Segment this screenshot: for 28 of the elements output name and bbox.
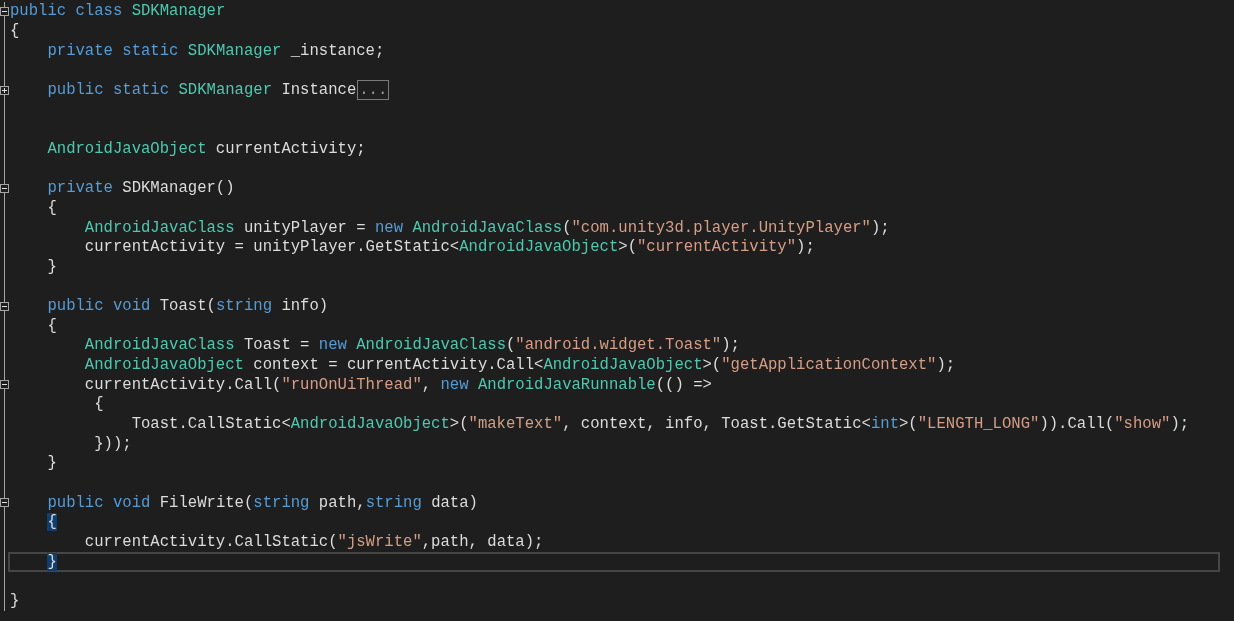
code-line: currentActivity.CallStatic("jsWrite",path, data);	[83, 533, 544, 553]
code-line: }	[46, 257, 57, 277]
code-line: public void FileWrite(string path,string data)	[46, 493, 478, 513]
code-line: AndroidJavaClass Toast = new AndroidJavaClass("android.widget.Toast");	[83, 336, 740, 356]
code-line: }	[46, 454, 57, 474]
collapse-icon[interactable]	[0, 301, 9, 311]
code-line: AndroidJavaClass unityPlayer = new AndroidJavaClass("com.unity3d.player.UnityPlayer");	[83, 218, 890, 238]
expand-icon[interactable]	[0, 85, 9, 95]
code-line: AndroidJavaObject context = currentActivity.Call<AndroidJavaObject>("getApplicationContext");	[83, 356, 956, 376]
collapse-icon[interactable]	[0, 183, 9, 193]
code-line: public void Toast(string info)	[46, 297, 329, 317]
code-line: private SDKManager()	[46, 179, 235, 199]
code-line: {	[93, 395, 104, 415]
code-line: public static SDKManager Instance ...	[46, 80, 390, 100]
collapse-icon[interactable]	[0, 498, 9, 508]
code-line: {	[10, 22, 20, 41]
code-line: {	[46, 198, 57, 218]
code-line: currentActivity.Call("runOnUiThread", new AndroidJavaRunnable(() =>	[83, 375, 712, 395]
code-line: currentActivity = unityPlayer.GetStatic<AndroidJavaObject>("currentActivity");	[83, 238, 815, 258]
code-line: {	[46, 316, 57, 336]
code-line: }	[10, 592, 20, 611]
collapse-icon[interactable]	[0, 7, 9, 16]
code-line: }));	[93, 434, 132, 454]
code-line: public class SDKManager	[10, 2, 226, 22]
collapse-icon[interactable]	[0, 380, 9, 390]
code-line: Toast.CallStatic<AndroidJavaObject>("makeText", context, info, Toast.GetStatic<int>("LENGTH_LONG")).Call("show");	[130, 415, 1190, 435]
code-line: AndroidJavaObject currentActivity;	[46, 139, 366, 159]
code-line: private static SDKManager _instance;	[46, 41, 385, 61]
